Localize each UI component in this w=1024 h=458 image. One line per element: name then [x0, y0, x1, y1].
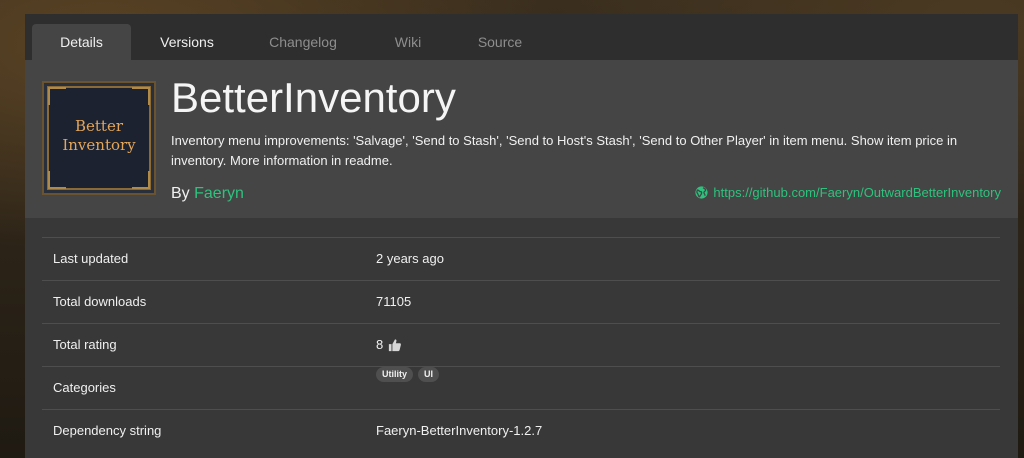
row-label: Dependency string [53, 423, 162, 438]
package-description: Inventory menu improvements: 'Salvage', … [171, 133, 958, 168]
thumbs-up-icon[interactable] [388, 338, 402, 352]
author-link[interactable]: Faeryn [194, 185, 244, 202]
package-icon-text-line1: Better [74, 117, 123, 135]
last-updated-value: 2 years ago [376, 251, 444, 266]
rating-count: 8 [376, 337, 384, 352]
table-row: Categories Utility UI [42, 366, 1000, 409]
row-label: Last updated [53, 251, 129, 266]
package-panel: Details Versions Changelog Wiki Source B… [25, 14, 1018, 458]
row-label: Total rating [53, 337, 117, 352]
tab-changelog[interactable]: Changelog [253, 24, 353, 60]
categories-value: Utility UI [376, 367, 440, 382]
dependency-string-value[interactable]: Faeryn-BetterInventory-1.2.7 [376, 410, 542, 452]
tab-wiki[interactable]: Wiki [358, 24, 458, 60]
package-title: BetterInventory [171, 74, 456, 121]
category-tag[interactable]: Utility [376, 367, 414, 382]
by-label: By [171, 185, 190, 202]
globe-icon [695, 186, 708, 199]
package-icon-text-line2: Inventory [62, 136, 136, 154]
tab-bar: Details Versions Changelog Wiki Source [25, 14, 1018, 60]
row-label: Categories [53, 380, 116, 395]
package-icon: Better Inventory [42, 81, 156, 195]
package-header: Better Inventory BetterInventory Invento… [25, 60, 1018, 218]
website-link[interactable]: https://github.com/Faeryn/OutwardBetterI… [695, 185, 1001, 200]
tab-details[interactable]: Details [32, 24, 131, 60]
category-tag[interactable]: UI [418, 367, 440, 382]
website-url: https://github.com/Faeryn/OutwardBetterI… [713, 185, 1001, 200]
tab-versions[interactable]: Versions [137, 24, 237, 60]
details-table: Last updated 2 years ago Total downloads… [42, 237, 1000, 452]
table-row: Total rating 8 [42, 323, 1000, 366]
table-row: Dependency string Faeryn-BetterInventory… [42, 409, 1000, 452]
row-label: Total downloads [53, 294, 147, 309]
tab-source[interactable]: Source [450, 24, 550, 60]
downloads-value: 71105 [376, 294, 412, 309]
rating-value: 8 [376, 324, 402, 366]
package-author-line: By Faeryn [171, 185, 244, 203]
table-row: Last updated 2 years ago [42, 237, 1000, 280]
table-row: Total downloads 71105 [42, 280, 1000, 323]
